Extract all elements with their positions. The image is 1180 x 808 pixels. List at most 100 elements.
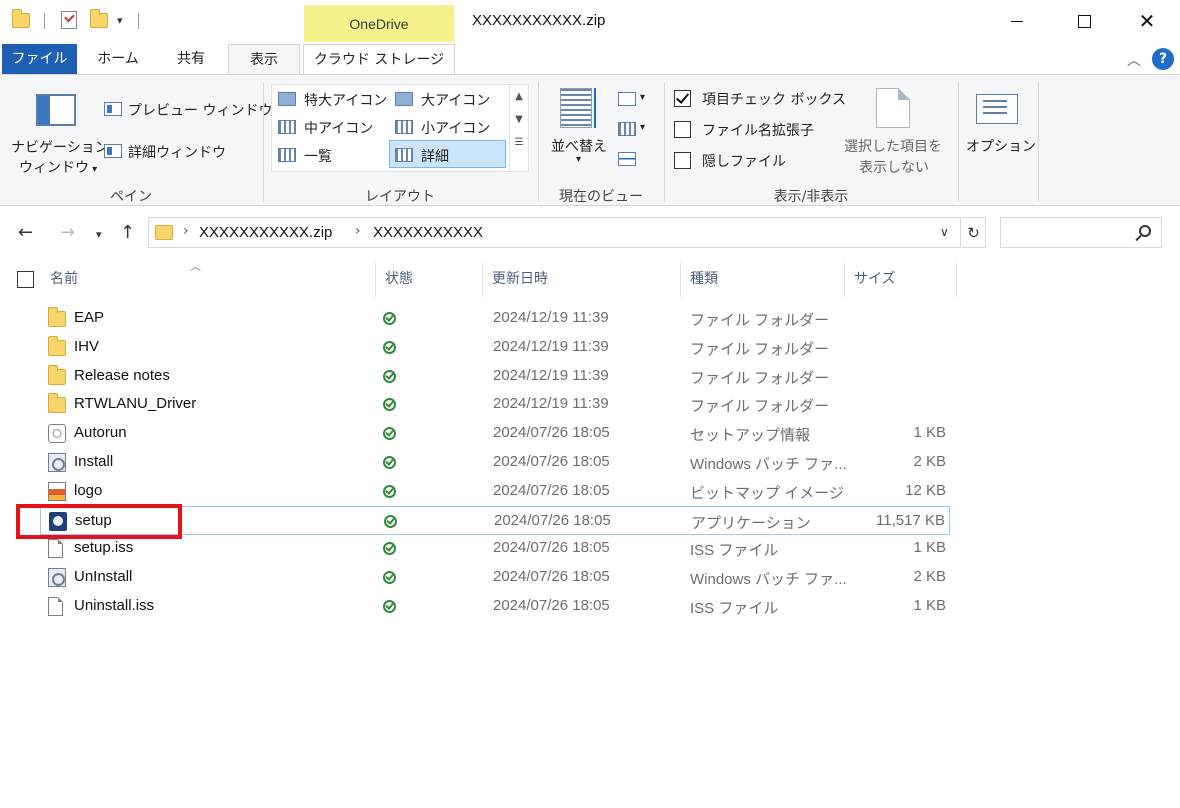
context-tab-onedrive[interactable]: OneDrive [304, 5, 454, 42]
layout-list[interactable]: 一覧 [304, 146, 332, 166]
address-bar[interactable]: › XXXXXXXXXXX.zip › XXXXXXXXXXX [148, 217, 961, 248]
search-input[interactable] [1000, 217, 1162, 248]
file-type: ビットマップ イメージ [690, 484, 844, 502]
file-name: UnInstall [74, 568, 133, 586]
chevron-right-icon[interactable]: › [355, 223, 361, 239]
table-row[interactable]: Autorun 2024/07/26 18:05 セットアップ情報 1 KB [40, 419, 950, 448]
column-header-status[interactable]: 状態 [377, 262, 483, 297]
breadcrumb-zip[interactable]: XXXXXXXXXXX.zip [199, 224, 332, 241]
file-modified: 2024/07/26 18:05 [493, 597, 610, 614]
sync-status-icon [383, 600, 396, 613]
folder-icon [12, 9, 30, 28]
select-all-checkbox[interactable] [17, 271, 34, 288]
item-checkbox-toggle[interactable] [674, 90, 691, 107]
file-name: Install [74, 453, 114, 470]
address-dropdown-icon[interactable]: ∨ [940, 225, 949, 239]
hidden-items-toggle[interactable] [674, 152, 691, 169]
column-header-size[interactable]: サイズ [846, 262, 957, 297]
sync-status-icon [383, 340, 396, 354]
column-header-type[interactable]: 種類 [682, 262, 845, 297]
column-header-modified[interactable]: 更新日時 [484, 262, 681, 297]
preview-pane-button[interactable]: プレビュー ウィンドウ [128, 100, 272, 120]
scroll-up-icon[interactable]: ▲ [510, 91, 528, 102]
details-pane-button[interactable]: 詳細ウィンドウ [128, 142, 226, 162]
ribbon-tabs: ファイル ホーム 共有 表示 クラウド ストレージ ︿ [0, 42, 1180, 75]
file-size: 12 KB [905, 481, 946, 499]
navigation-pane-button[interactable]: ナビゲーション [11, 137, 109, 157]
tab-cloud-storage[interactable]: クラウド ストレージ [303, 44, 455, 74]
medium-icons-icon [278, 120, 296, 134]
file-size: 11,517 KB [876, 511, 945, 529]
large-icons-icon [395, 92, 413, 106]
table-row[interactable]: logo 2024/07/26 18:05 ビットマップ イメージ 12 KB [40, 477, 950, 506]
file-type: セットアップ情報 [690, 427, 811, 445]
file-extensions-toggle[interactable] [674, 121, 691, 138]
options-button[interactable]: オプション [966, 136, 1036, 156]
small-icons-icon [395, 120, 413, 134]
chevron-down-icon: ▾ [640, 92, 646, 103]
table-row[interactable]: RTWLANU_Driver 2024/12/19 11:39 ファイル フォルダー [40, 390, 950, 419]
properties-icon[interactable] [61, 11, 77, 29]
column-header-name[interactable]: 名前 [42, 262, 376, 297]
help-icon[interactable]: ? [1152, 48, 1174, 70]
layout-small-icons[interactable]: 小アイコン [421, 118, 490, 138]
sort-icon [560, 88, 592, 128]
batch-file-icon [48, 568, 66, 588]
table-row[interactable]: Uninstall.iss 2024/07/26 18:05 ISS ファイル 1 K… [40, 592, 950, 621]
new-folder-icon[interactable] [90, 9, 108, 28]
back-arrow-icon[interactable]: ← [18, 222, 33, 243]
tab-file[interactable]: ファイル [2, 44, 77, 74]
layout-details[interactable]: 詳細 [421, 146, 449, 166]
file-modified: 2024/07/26 18:05 [493, 424, 610, 442]
size-columns-icon[interactable] [618, 152, 636, 166]
up-arrow-icon[interactable]: ↑ [120, 222, 135, 243]
file-size: 1 KB [913, 424, 946, 442]
minimize-button[interactable] [994, 6, 1040, 36]
chevron-right-icon[interactable]: › [183, 223, 189, 239]
refresh-icon[interactable]: ↻ [962, 217, 986, 248]
file-modified: 2024/12/19 11:39 [493, 337, 609, 355]
sync-status-icon [383, 369, 396, 383]
folder-icon [48, 393, 66, 414]
tab-view[interactable]: 表示 [228, 44, 300, 75]
file-extensions-label: ファイル名拡張子 [702, 123, 814, 139]
table-row[interactable]: Install 2024/07/26 18:05 Windows バッチ ファ...… [40, 448, 950, 477]
recent-locations-icon[interactable]: ▾ [96, 228, 102, 241]
sync-status-icon [383, 456, 396, 469]
hide-selected-button[interactable]: 選択した項目を [844, 136, 942, 156]
add-columns-icon[interactable] [618, 122, 636, 136]
file-type: ファイル フォルダー [690, 312, 830, 329]
gallery-expand-icon[interactable]: ☰ [510, 137, 528, 148]
quick-access-dropdown-icon[interactable]: ▾ [117, 14, 123, 36]
bitmap-icon [48, 481, 66, 501]
file-name: RTWLANU_Driver [74, 395, 197, 413]
tab-share[interactable]: 共有 [158, 44, 224, 74]
document-icon [48, 597, 63, 616]
layout-gallery-scroll[interactable]: ▲ ▼ ☰ [509, 85, 528, 171]
file-modified: 2024/07/26 18:05 [493, 481, 610, 499]
table-row[interactable]: IHV 2024/12/19 11:39 ファイル フォルダー [40, 333, 950, 362]
file-name: Release notes [74, 366, 170, 384]
layout-large-icons[interactable]: 大アイコン [421, 90, 490, 110]
forward-arrow-icon[interactable]: → [60, 222, 75, 243]
file-name: setup.iss [74, 539, 134, 557]
table-row[interactable]: Release notes 2024/12/19 11:39 ファイル フォルダー [40, 362, 950, 391]
scroll-down-icon[interactable]: ▼ [510, 114, 528, 125]
sort-by-button[interactable]: 並べ替え [551, 136, 607, 156]
file-name: IHV [74, 337, 100, 355]
layout-extra-large-icons[interactable]: 特大アイコン [304, 90, 387, 110]
table-row[interactable]: UnInstall 2024/07/26 18:05 Windows バッチ ファ.… [40, 563, 950, 592]
group-by-icon[interactable] [618, 92, 636, 106]
file-name: EAP [74, 309, 105, 326]
group-separator [664, 82, 665, 202]
collapse-ribbon-icon[interactable]: ︿ [1127, 50, 1141, 70]
setup-info-icon [48, 424, 66, 444]
maximize-button[interactable] [1061, 6, 1107, 36]
document-icon [48, 539, 63, 559]
breadcrumb-folder[interactable]: XXXXXXXXXXX [373, 224, 483, 241]
tab-home[interactable]: ホーム [84, 44, 152, 74]
table-row[interactable]: EAP 2024/12/19 11:39 ファイル フォルダー [40, 304, 950, 333]
close-button[interactable]: ✕ [1124, 6, 1170, 36]
layout-medium-icons[interactable]: 中アイコン [304, 118, 373, 138]
search-icon [1139, 225, 1151, 237]
